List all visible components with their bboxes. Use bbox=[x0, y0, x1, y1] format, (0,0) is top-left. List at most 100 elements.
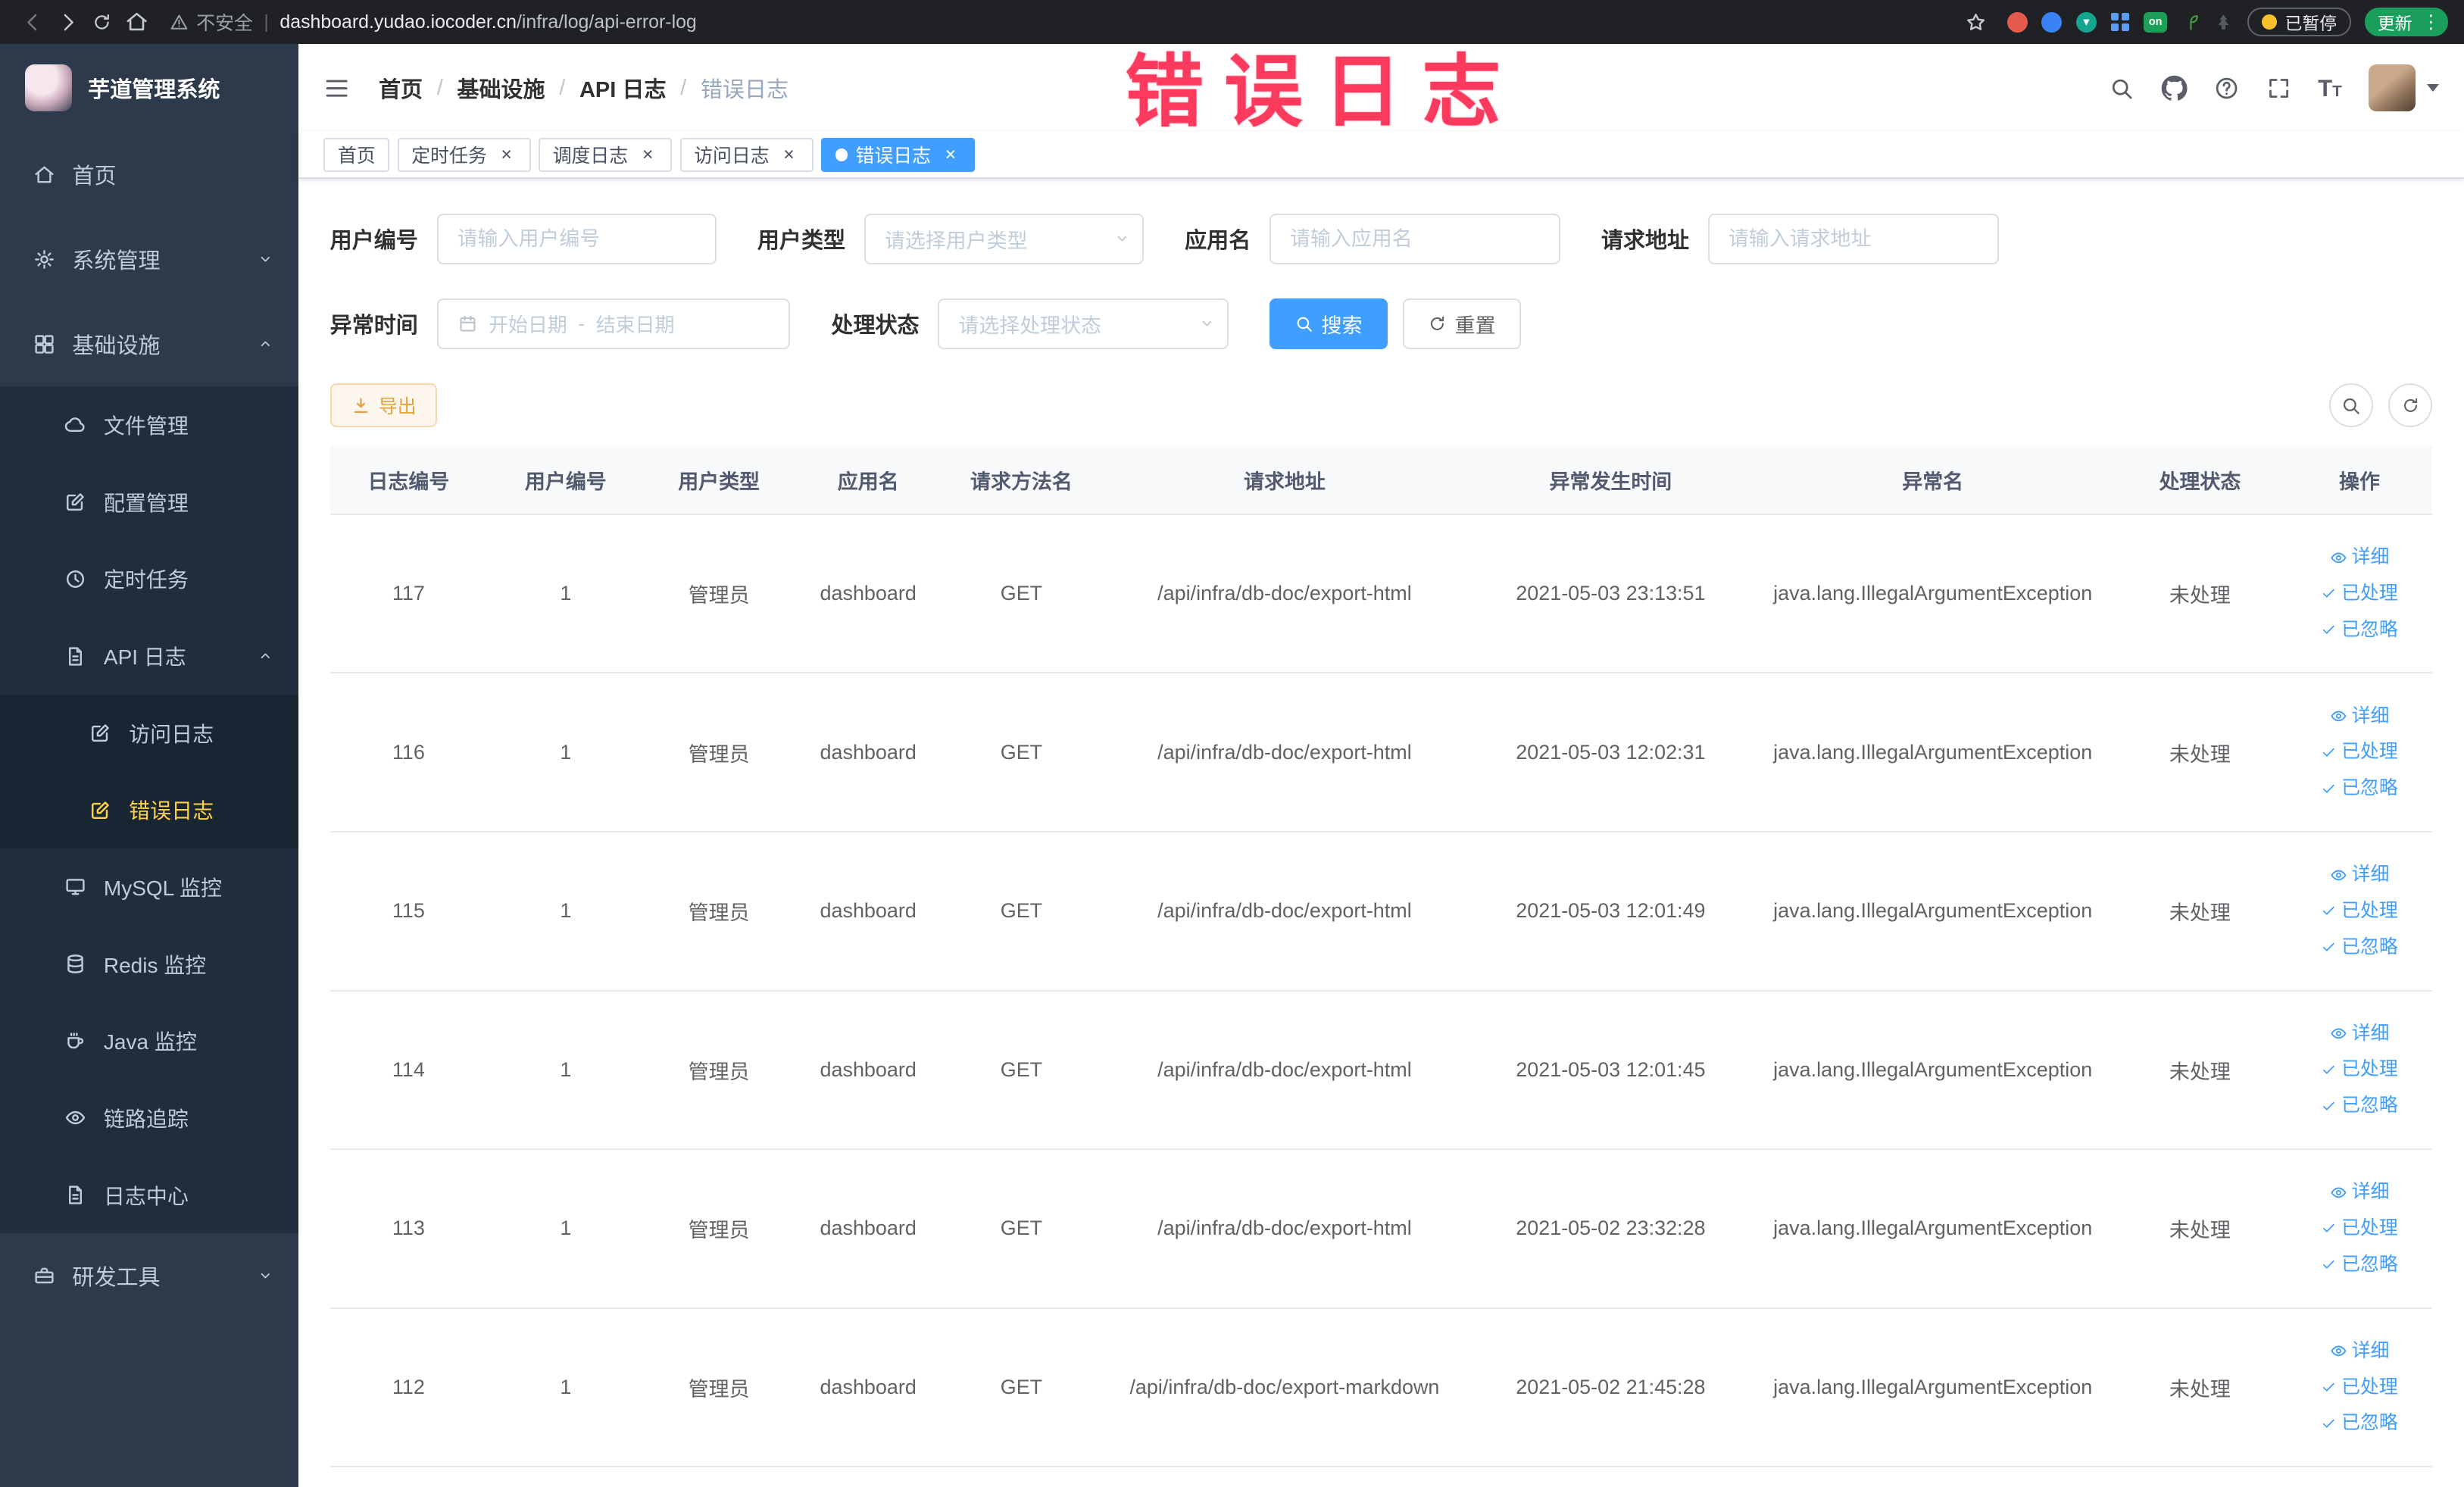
close-icon[interactable]: × bbox=[779, 145, 799, 165]
cell-user-type: 管理员 bbox=[688, 584, 750, 608]
action-label: 详细 bbox=[2351, 864, 2390, 886]
security-indicator[interactable]: 不安全 bbox=[170, 8, 253, 36]
close-icon[interactable]: × bbox=[940, 145, 960, 165]
editsq-icon bbox=[88, 722, 113, 744]
breadcrumb-item[interactable]: 基础设施 bbox=[457, 72, 545, 104]
sidebar-item-label: 基础设施 bbox=[72, 334, 161, 359]
action-detail[interactable]: 详细 bbox=[2330, 541, 2389, 574]
action-processed[interactable]: 已处理 bbox=[2321, 1371, 2398, 1404]
action-detail[interactable]: 详细 bbox=[2330, 1017, 2389, 1051]
extension-tree-icon[interactable] bbox=[2214, 13, 2233, 32]
extension-red-icon[interactable] bbox=[2006, 11, 2028, 33]
action-ignored[interactable]: 已忽略 bbox=[2321, 1089, 2398, 1123]
sidebar-item-log-center[interactable]: 日志中心 bbox=[0, 1156, 299, 1234]
action-label: 已忽略 bbox=[2341, 1253, 2398, 1275]
date-range-picker[interactable]: 开始日期 - 结束日期 bbox=[436, 298, 791, 349]
sidebar-item-infra[interactable]: 基础设施 bbox=[0, 301, 298, 386]
forward-icon[interactable] bbox=[50, 5, 85, 39]
extension-teal-icon[interactable]: ▾ bbox=[2075, 11, 2097, 33]
fullscreen-icon[interactable] bbox=[2266, 76, 2291, 101]
sidebar-item-scheduled-job[interactable]: 定时任务 bbox=[0, 540, 299, 618]
user-type-placeholder: 请选择用户类型 bbox=[884, 229, 1028, 252]
sidebar-item-file-mgmt[interactable]: 文件管理 bbox=[0, 386, 299, 464]
action-ignored[interactable]: 已忽略 bbox=[2321, 772, 2398, 805]
search-button[interactable]: 搜索 bbox=[1269, 298, 1388, 349]
tab-1[interactable]: 定时任务 × bbox=[397, 137, 531, 173]
action-ignored[interactable]: 已忽略 bbox=[2321, 1407, 2398, 1440]
action-ignored[interactable]: 已忽略 bbox=[2321, 931, 2398, 964]
cell-actions: 详细 已处理 已忽略 bbox=[2286, 1335, 2432, 1440]
font-size-icon[interactable]: TT bbox=[2318, 76, 2342, 101]
cell-method: GET bbox=[1000, 582, 1043, 605]
extension-on-icon[interactable]: on bbox=[2144, 11, 2168, 33]
tool-icon bbox=[31, 1265, 56, 1287]
search-icon[interactable] bbox=[2109, 76, 2134, 101]
column-header: 日志编号 bbox=[367, 470, 450, 494]
sidebar-item-home[interactable]: 首页 bbox=[0, 132, 298, 217]
sidebar-item-redis-monitor[interactable]: Redis 监控 bbox=[0, 925, 299, 1003]
extension-grid-icon[interactable] bbox=[2110, 12, 2130, 32]
bookmark-star-icon[interactable] bbox=[1958, 5, 1993, 39]
eye-icon bbox=[2330, 1342, 2347, 1360]
extension-blue-drop-icon[interactable] bbox=[2041, 11, 2063, 33]
action-detail[interactable]: 详细 bbox=[2330, 1335, 2389, 1368]
request-url-input[interactable] bbox=[1707, 214, 1999, 264]
sidebar-item-java-monitor[interactable]: Java 监控 bbox=[0, 1002, 299, 1080]
cell-id: 112 bbox=[392, 1375, 425, 1398]
user-type-label: 用户类型 bbox=[757, 229, 846, 254]
tab-0[interactable]: 首页 bbox=[323, 137, 390, 173]
github-icon[interactable] bbox=[2161, 75, 2188, 102]
sidebar-logo-row[interactable]: 芋道管理系统 bbox=[0, 44, 298, 132]
sidebar-item-access-log[interactable]: 访问日志 bbox=[0, 694, 299, 772]
extension-leaf-icon[interactable] bbox=[2181, 13, 2200, 32]
action-ignored[interactable]: 已忽略 bbox=[2321, 1248, 2398, 1282]
action-processed[interactable]: 已处理 bbox=[2321, 577, 2398, 611]
update-button[interactable]: 更新 ⋮ bbox=[2365, 8, 2449, 36]
process-status-label: 处理状态 bbox=[831, 314, 920, 339]
user-menu[interactable] bbox=[2369, 64, 2439, 112]
hamburger-icon[interactable] bbox=[317, 68, 357, 108]
sidebar-item-mysql-monitor[interactable]: MySQL 监控 bbox=[0, 848, 299, 926]
back-icon[interactable] bbox=[16, 5, 51, 39]
close-icon[interactable]: × bbox=[638, 145, 658, 165]
export-button[interactable]: 导出 bbox=[329, 383, 437, 428]
tab-3[interactable]: 访问日志 × bbox=[679, 137, 814, 173]
action-detail[interactable]: 详细 bbox=[2330, 858, 2390, 892]
action-processed[interactable]: 已处理 bbox=[2321, 895, 2398, 928]
user-id-label: 用户编号 bbox=[329, 229, 418, 254]
chevron-down-icon bbox=[258, 1268, 273, 1284]
action-detail[interactable]: 详细 bbox=[2330, 1176, 2389, 1209]
user-id-input[interactable] bbox=[436, 214, 717, 264]
action-processed[interactable]: 已处理 bbox=[2321, 1053, 2398, 1086]
sidebar-item-trace[interactable]: 链路追踪 bbox=[0, 1079, 299, 1157]
sidebar-item-error-log[interactable]: 错误日志 bbox=[0, 771, 299, 849]
sidebar-item-config-mgmt[interactable]: 配置管理 bbox=[0, 463, 299, 541]
process-status-select[interactable]: 请选择处理状态 bbox=[938, 298, 1229, 349]
action-ignored[interactable]: 已忽略 bbox=[2321, 614, 2398, 647]
app-name-input[interactable] bbox=[1269, 214, 1560, 264]
tab-2[interactable]: 调度日志 × bbox=[539, 137, 673, 173]
toggle-search-button[interactable] bbox=[2328, 383, 2373, 428]
sidebar-item-dev-tools[interactable]: 研发工具 bbox=[0, 1233, 298, 1318]
user-type-select[interactable]: 请选择用户类型 bbox=[863, 214, 1145, 264]
reset-button[interactable]: 重置 bbox=[1403, 298, 1521, 349]
refresh-button[interactable] bbox=[2388, 383, 2433, 428]
breadcrumb-item[interactable]: 首页 bbox=[379, 72, 423, 104]
action-processed[interactable]: 已处理 bbox=[2321, 1212, 2398, 1245]
action-label: 已忽略 bbox=[2341, 1095, 2398, 1117]
action-detail[interactable]: 详细 bbox=[2330, 700, 2389, 733]
paused-chip[interactable]: 已暂停 bbox=[2247, 8, 2351, 36]
action-processed[interactable]: 已处理 bbox=[2321, 736, 2398, 769]
help-icon[interactable] bbox=[2214, 76, 2239, 101]
breadcrumb-item[interactable]: API 日志 bbox=[579, 72, 667, 104]
tab-4[interactable]: 错误日志 × bbox=[820, 137, 975, 173]
table-toolbar: 导出 bbox=[298, 383, 2464, 428]
reload-icon[interactable] bbox=[85, 5, 120, 39]
cell-app: dashboard bbox=[820, 740, 917, 764]
address-bar[interactable]: dashboard.yudao.iocoder.cn/infra/log/api… bbox=[280, 11, 1958, 33]
home-icon[interactable] bbox=[120, 5, 155, 39]
check-icon bbox=[2321, 745, 2337, 761]
sidebar-item-api-log[interactable]: API 日志 bbox=[0, 617, 299, 695]
sidebar-item-system-mgmt[interactable]: 系统管理 bbox=[0, 217, 298, 301]
close-icon[interactable]: × bbox=[496, 145, 517, 165]
